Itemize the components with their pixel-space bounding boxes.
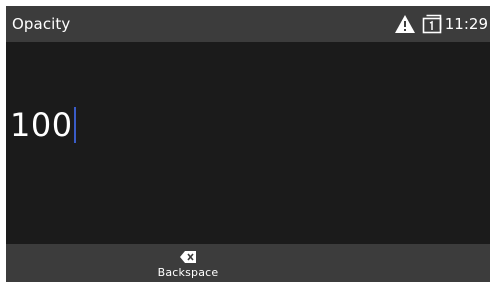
content-area: 100 (6, 42, 490, 244)
opacity-input[interactable]: 100 (10, 106, 76, 144)
clock: 11:29 (444, 15, 488, 33)
backspace-icon (180, 251, 196, 263)
app-frame: Opacity 11:29 100 Backspace (6, 6, 490, 282)
status-indicators: 11:29 (394, 13, 488, 35)
sim-icon (422, 14, 442, 34)
backspace-button[interactable]: Backspace (126, 244, 250, 282)
status-bar: Opacity 11:29 (6, 6, 490, 42)
input-value: 100 (10, 106, 73, 144)
backspace-label: Backspace (157, 266, 219, 279)
softkey-bar: Backspace (6, 244, 490, 282)
text-cursor (73, 107, 76, 143)
page-title: Opacity (12, 15, 71, 33)
warning-icon (394, 15, 415, 33)
